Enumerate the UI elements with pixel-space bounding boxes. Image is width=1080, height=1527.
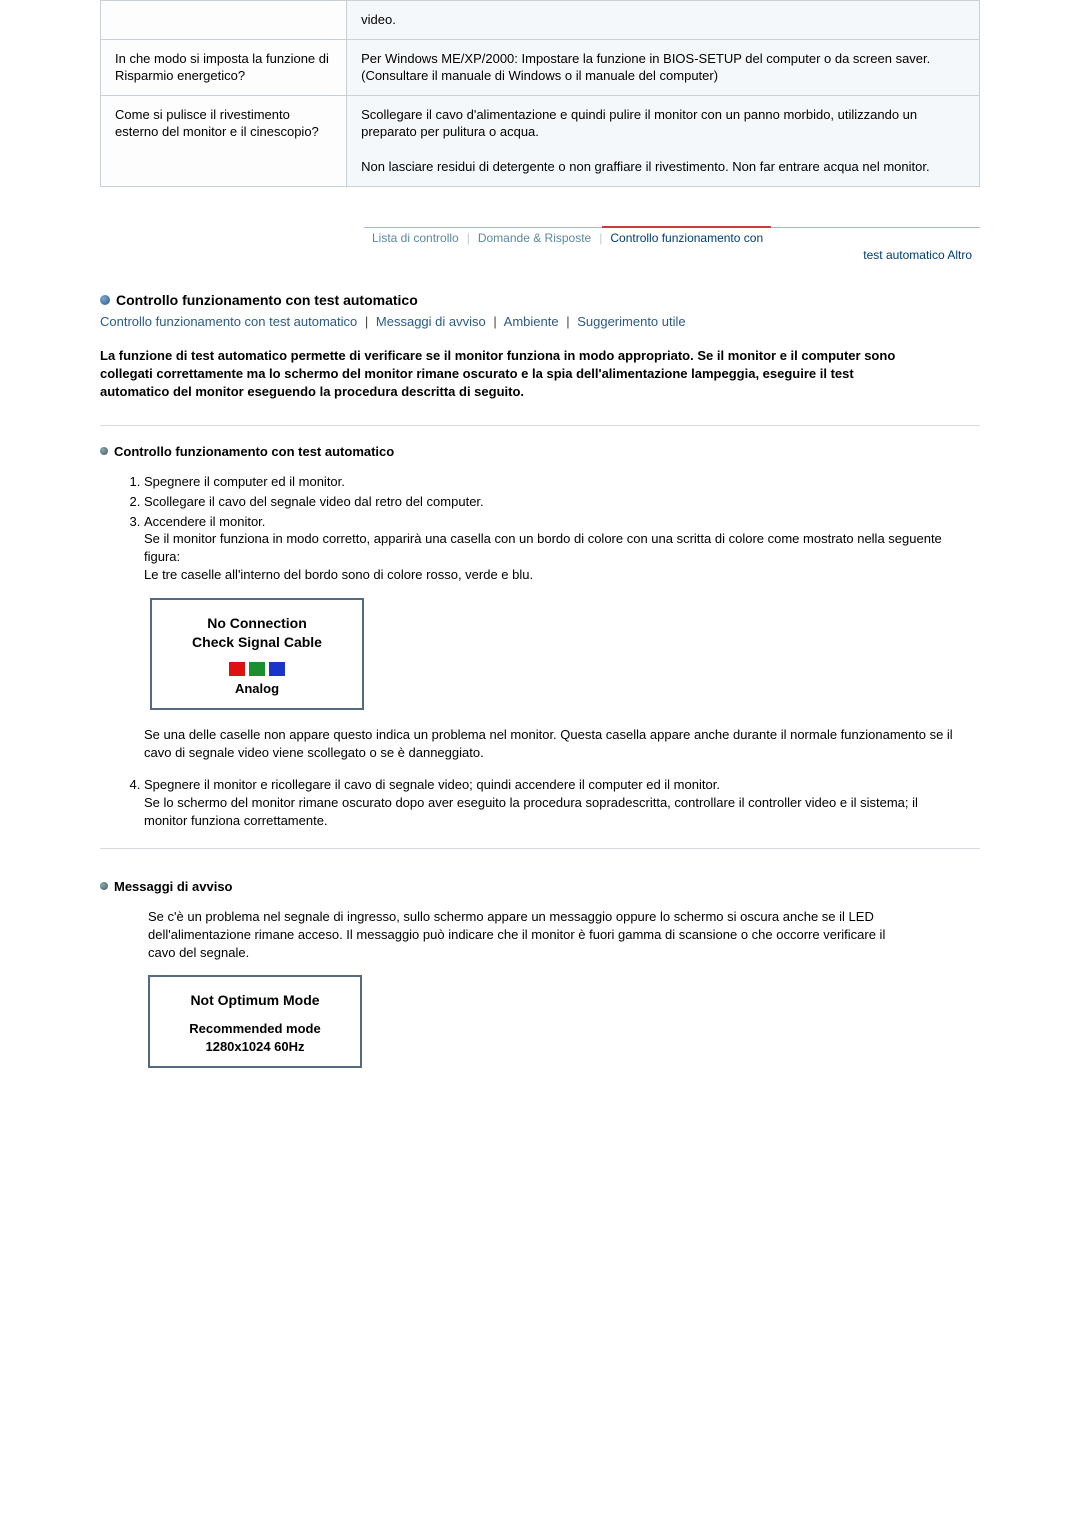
link-environment[interactable]: Ambiente — [504, 314, 559, 329]
section-tabs: Lista di controllo | Domande & Risposte … — [364, 227, 980, 262]
selftest-steps: Spegnere il computer ed il monitor. Scol… — [122, 473, 954, 830]
warnings-body: Se c'è un problema nel segnale di ingres… — [148, 908, 905, 962]
section-divider — [100, 848, 980, 849]
bullet-icon — [100, 882, 108, 890]
link-warnings[interactable]: Messaggi di avviso — [376, 314, 486, 329]
step4-line2: Se lo schermo del monitor rimane oscurat… — [144, 795, 918, 828]
faq-question — [101, 1, 347, 40]
faq-answer: Scollegare il cavo d'alimentazione e qui… — [347, 95, 980, 186]
blue-square-icon — [269, 662, 285, 676]
tab-checklist[interactable]: Lista di controllo — [364, 228, 467, 248]
rgb-squares — [162, 662, 352, 676]
step3-line3: Le tre caselle all'interno del bordo son… — [144, 567, 533, 582]
bullet-icon — [100, 295, 110, 305]
red-square-icon — [229, 662, 245, 676]
step3-line2: Se il monitor funziona in modo corretto,… — [144, 531, 942, 564]
dialog2-line2: Recommended mode — [160, 1020, 350, 1038]
table-row: Come si pulisce il rivestimento esterno … — [101, 95, 980, 186]
list-item: Scollegare il cavo del segnale video dal… — [144, 493, 954, 511]
pipe-separator: | — [489, 314, 500, 329]
warnings-heading: Messaggi di avviso — [100, 879, 980, 894]
selftest-heading-text: Controllo funzionamento con test automat… — [114, 444, 394, 459]
step4-line1: Spegnere il monitor e ricollegare il cav… — [144, 777, 720, 792]
table-row: In che modo si imposta la funzione di Ri… — [101, 39, 980, 95]
faq-answer: Per Windows ME/XP/2000: Impostare la fun… — [347, 39, 980, 95]
tab-selftest-subline: test automatico Altro — [364, 248, 980, 262]
intro-paragraph: La funzione di test automatico permette … — [100, 347, 910, 401]
step3-after: Se una delle caselle non appare questo i… — [144, 727, 953, 760]
dialog-sub: Analog — [162, 680, 352, 698]
not-optimum-dialog: Not Optimum Mode Recommended mode 1280x1… — [148, 975, 362, 1068]
dialog-text: Not Optimum Mode — [160, 991, 350, 1010]
page-title-text: Controllo funzionamento con test automat… — [116, 292, 418, 308]
tab-qa[interactable]: Domande & Risposte — [470, 228, 599, 248]
bullet-icon — [100, 447, 108, 455]
faq-answer: video. — [347, 1, 980, 40]
page-title: Controllo funzionamento con test automat… — [100, 292, 980, 308]
faq-question: Come si pulisce il rivestimento esterno … — [101, 95, 347, 186]
tab-selftest[interactable]: Controllo funzionamento con — [602, 228, 771, 248]
step3-line1: Accendere il monitor. — [144, 514, 265, 529]
dialog-text: No Connection Check Signal Cable — [162, 614, 352, 652]
dialog2-line1: Not Optimum Mode — [190, 992, 319, 1008]
dialog2-line3: 1280x1024 60Hz — [160, 1038, 350, 1056]
warnings-heading-text: Messaggi di avviso — [114, 879, 233, 894]
anchor-links: Controllo funzionamento con test automat… — [100, 314, 980, 329]
green-square-icon — [249, 662, 265, 676]
dialog-line2: Check Signal Cable — [192, 634, 322, 650]
pipe-separator: | — [361, 314, 372, 329]
table-row: video. — [101, 1, 980, 40]
list-item: Accendere il monitor. Se il monitor funz… — [144, 513, 954, 762]
list-item: Spegnere il computer ed il monitor. — [144, 473, 954, 491]
selftest-heading: Controllo funzionamento con test automat… — [100, 444, 980, 459]
section-divider — [100, 425, 980, 426]
link-selftest[interactable]: Controllo funzionamento con test automat… — [100, 314, 357, 329]
dialog-line1: No Connection — [207, 615, 307, 631]
faq-question: In che modo si imposta la funzione di Ri… — [101, 39, 347, 95]
faq-table: video. In che modo si imposta la funzion… — [100, 0, 980, 187]
pipe-separator: | — [562, 314, 573, 329]
link-tip[interactable]: Suggerimento utile — [577, 314, 685, 329]
list-item: Spegnere il monitor e ricollegare il cav… — [144, 776, 954, 830]
no-connection-dialog: No Connection Check Signal Cable Analog — [150, 598, 364, 710]
